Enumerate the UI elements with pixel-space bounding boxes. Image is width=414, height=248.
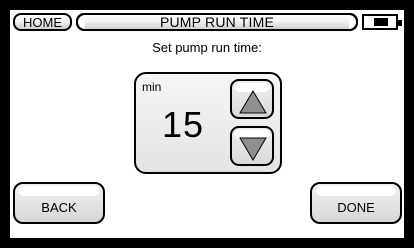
back-button-label: BACK: [41, 200, 77, 215]
arrow-up-icon: [239, 90, 267, 114]
done-button-highlight: [316, 186, 396, 196]
home-button[interactable]: HOME: [13, 13, 72, 31]
value-panel: min 15: [134, 72, 282, 174]
arrow-down-icon: [239, 137, 267, 161]
screen-frame: HOME PUMP RUN TIME Set pump run time: mi…: [0, 0, 414, 248]
page-title: PUMP RUN TIME: [159, 14, 275, 30]
decrease-button[interactable]: [230, 126, 274, 166]
home-button-label: HOME: [23, 14, 62, 30]
battery-terminal: [398, 20, 402, 26]
title-bar-left-cap: [76, 13, 85, 31]
done-button-label: DONE: [337, 200, 375, 215]
title-bar-right-cap: [349, 13, 358, 31]
battery-icon: [362, 14, 402, 30]
unit-label: min: [142, 80, 162, 94]
prompt-text: Set pump run time:: [152, 40, 262, 55]
title-bar: PUMP RUN TIME: [76, 13, 358, 31]
back-button[interactable]: BACK: [13, 182, 105, 224]
battery-level-fill: [374, 18, 388, 26]
back-button-highlight: [19, 186, 99, 196]
run-time-value: 15: [162, 104, 205, 145]
increase-button[interactable]: [230, 79, 274, 119]
done-button[interactable]: DONE: [310, 182, 402, 224]
